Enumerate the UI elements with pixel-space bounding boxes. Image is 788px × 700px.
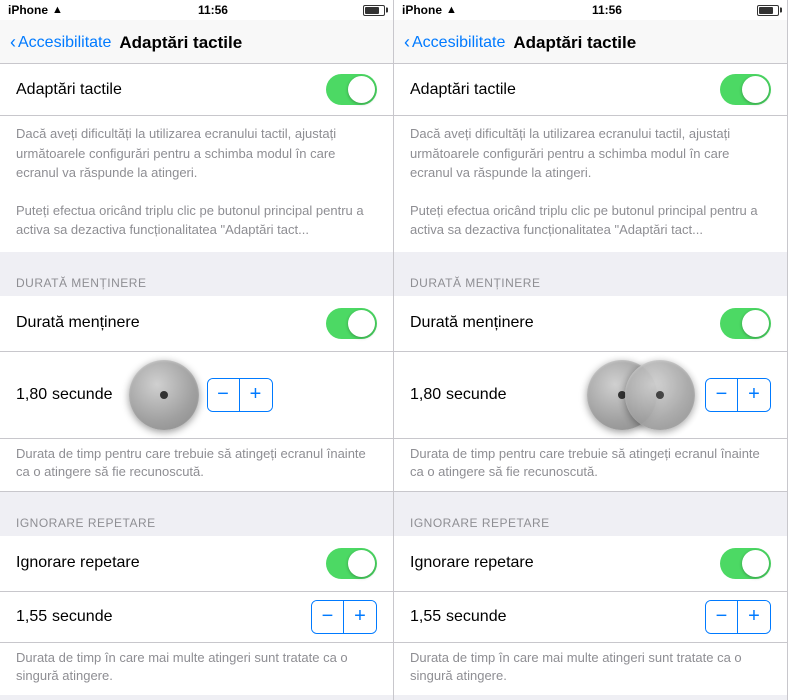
section-durata-left: Durată menținere 1,80 secunde − + Durata…: [0, 296, 393, 492]
chevron-left-icon-right: ‹: [404, 33, 410, 51]
durata-minus-right[interactable]: −: [706, 379, 738, 411]
knob-dot-2-right: [656, 391, 664, 399]
durata-minus-left[interactable]: −: [208, 379, 240, 411]
status-bar-right: iPhone ▲ 11:56: [394, 0, 787, 20]
ignorare-minus-left[interactable]: −: [312, 601, 344, 633]
knob-right-right: [625, 360, 695, 430]
main-desc1-right: Dacă aveți dificultăți la utilizarea ecr…: [410, 124, 771, 183]
time-left: 11:56: [198, 3, 228, 17]
back-button-left[interactable]: ‹ Accesibilitate: [10, 34, 111, 52]
durata-toggle-right[interactable]: [720, 308, 771, 339]
main-desc1-left: Dacă aveți dificultăți la utilizarea ecr…: [16, 124, 377, 183]
wifi-icon-left: ▲: [52, 4, 63, 16]
ignorare-toggle-right[interactable]: [720, 548, 771, 579]
ignorare-value-right: 1,55: [410, 608, 446, 626]
time-right: 11:56: [592, 3, 622, 17]
durata-toggle-left[interactable]: [326, 308, 377, 339]
ignorare-stepper-row-left: 1,55 secunde − +: [0, 592, 393, 643]
battery-icon-right: [757, 5, 779, 16]
durata-label-left: Durată menținere: [16, 314, 140, 332]
section-ignorare-header-right: IGNORARE REPETARE: [394, 500, 787, 536]
durata-value-right: 1,80: [410, 386, 446, 404]
double-knob-right[interactable]: [587, 360, 697, 430]
section-durata-header-left: DURATĂ MENȚINERE: [0, 260, 393, 296]
back-label-left: Accesibilitate: [18, 34, 111, 52]
ignorare-plus-right[interactable]: +: [738, 601, 770, 633]
knob-dot-left: [160, 391, 168, 399]
main-desc-right: Dacă aveți dificultăți la utilizarea ecr…: [394, 116, 787, 260]
ignorare-toggle-row-left: Ignorare repetare: [0, 536, 393, 592]
section-ignorare-header-left: IGNORARE REPETARE: [0, 500, 393, 536]
durata-knob-left[interactable]: [129, 360, 199, 430]
main-desc-left: Dacă aveți dificultăți la utilizarea ecr…: [0, 116, 393, 260]
main-toggle-row-right: Adaptări tactile: [394, 64, 787, 116]
durata-plus-left[interactable]: +: [240, 379, 272, 411]
nav-bar-right: ‹ Accesibilitate Adaptări tactile: [394, 20, 787, 64]
ignorare-toggle-row-right: Ignorare repetare: [394, 536, 787, 592]
durata-desc-right: Durata de timp pentru care trebuie să at…: [394, 439, 787, 492]
durata-unit-left: secunde: [52, 386, 113, 404]
section-durata-right: Durată menținere 1,80 secunde −: [394, 296, 787, 492]
ignorare-label-left: Ignorare repetare: [16, 554, 140, 572]
ignorare-value-left: 1,55: [16, 608, 52, 626]
ignorare-toggle-left[interactable]: [326, 548, 377, 579]
section-ignorare-right: Ignorare repetare 1,55 secunde − + Durat…: [394, 536, 787, 695]
left-panel: iPhone ▲ 11:56 ‹ Accesibilitate Adaptări…: [0, 0, 394, 700]
main-desc2-right: Puteți efectua oricând triplu clic pe bu…: [410, 201, 771, 240]
main-toggle-right[interactable]: [720, 74, 771, 105]
main-toggle-row-left: Adaptări tactile: [0, 64, 393, 116]
chevron-left-icon: ‹: [10, 33, 16, 51]
durata-value-left: 1,80: [16, 386, 52, 404]
durata-label-right: Durată menținere: [410, 314, 534, 332]
ignorare-desc-right: Durata de timp în care mai multe atinger…: [394, 643, 787, 695]
section-durata-header-right: DURATĂ MENȚINERE: [394, 260, 787, 296]
durata-toggle-row-left: Durată menținere: [0, 296, 393, 352]
main-toggle-left[interactable]: [326, 74, 377, 105]
main-toggle-label-left: Adaptări tactile: [16, 81, 122, 99]
ignorare-plus-left[interactable]: +: [344, 601, 376, 633]
ignorare-label-right: Ignorare repetare: [410, 554, 534, 572]
ignorare-unit-left: secunde: [52, 608, 113, 626]
durata-toggle-row-right: Durată menținere: [394, 296, 787, 352]
wifi-icon-right: ▲: [446, 4, 457, 16]
nav-title-right: Adaptări tactile: [513, 33, 636, 53]
durata-stepper-buttons-left: − +: [207, 378, 273, 412]
ignorare-unit-right: secunde: [446, 608, 507, 626]
durata-stepper-row-right: 1,80 secunde − +: [394, 352, 787, 439]
durata-plus-right[interactable]: +: [738, 379, 770, 411]
ignorare-desc-left: Durata de timp în care mai multe atinger…: [0, 643, 393, 695]
ignorare-stepper-buttons-left: − +: [311, 600, 377, 634]
durata-stepper-buttons-right: − +: [705, 378, 771, 412]
nav-bar-left: ‹ Accesibilitate Adaptări tactile: [0, 20, 393, 64]
battery-icon-left: [363, 5, 385, 16]
back-button-right[interactable]: ‹ Accesibilitate: [404, 34, 505, 52]
main-desc2-left: Puteți efectua oricând triplu clic pe bu…: [16, 201, 377, 240]
carrier-left: iPhone: [8, 3, 48, 17]
durata-desc-left: Durata de timp pentru care trebuie să at…: [0, 439, 393, 492]
durata-unit-right: secunde: [446, 386, 507, 404]
content-left: Adaptări tactile Dacă aveți dificultăți …: [0, 64, 393, 700]
ignorare-stepper-row-right: 1,55 secunde − +: [394, 592, 787, 643]
durata-stepper-row-left: 1,80 secunde − +: [0, 352, 393, 439]
nav-title-left: Adaptări tactile: [119, 33, 242, 53]
ignorare-stepper-buttons-right: − +: [705, 600, 771, 634]
carrier-right: iPhone: [402, 3, 442, 17]
main-toggle-label-right: Adaptări tactile: [410, 81, 516, 99]
status-bar-left: iPhone ▲ 11:56: [0, 0, 393, 20]
section-ignorare-left: Ignorare repetare 1,55 secunde − + Durat…: [0, 536, 393, 695]
back-label-right: Accesibilitate: [412, 34, 505, 52]
ignorare-minus-right[interactable]: −: [706, 601, 738, 633]
content-right: Adaptări tactile Dacă aveți dificultăți …: [394, 64, 787, 700]
right-panel: iPhone ▲ 11:56 ‹ Accesibilitate Adaptări…: [394, 0, 788, 700]
